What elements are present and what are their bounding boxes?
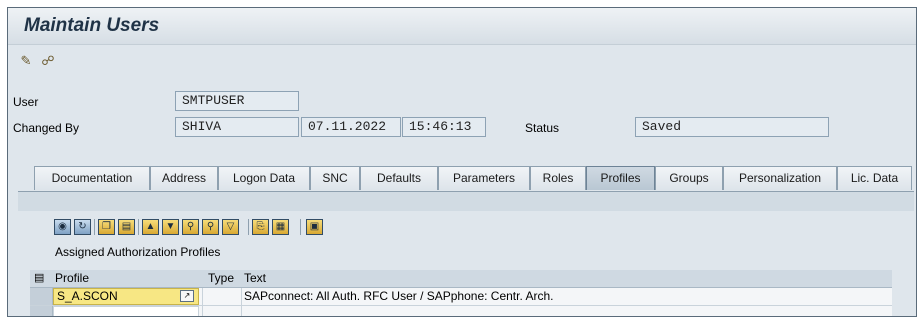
changed-time-field[interactable]: 15:46:13 [402,117,486,137]
find-icon[interactable]: ⚲ [182,219,199,235]
layout-icon[interactable]: ▦ [272,219,289,235]
sort-descending-icon[interactable]: ▼ [162,219,179,235]
sort-ascending-icon[interactable]: ▲ [142,219,159,235]
paste-icon[interactable]: ▤ [118,219,135,235]
text-cell: SAPconnect: All Auth. RFC User / SAPphon… [244,289,554,303]
tab-defaults[interactable]: Defaults [360,166,438,190]
user-field[interactable]: SMTPUSER [175,91,299,111]
status-field[interactable]: Saved [635,117,829,137]
row-selector[interactable] [30,306,53,316]
section-title: Assigned Authorization Profiles [55,245,221,259]
tab-snc[interactable]: SNC [310,166,360,190]
changed-date-field[interactable]: 07.11.2022 [301,117,401,137]
export-icon[interactable]: ▣ [306,219,323,235]
column-type[interactable]: Type [208,271,234,285]
tab-address[interactable]: Address [150,166,218,190]
edit-icon[interactable]: ✎ [17,53,35,69]
panel-header-strip [18,192,914,211]
type-cell [202,306,242,316]
changed-by-label: Changed By [13,121,80,135]
lock-icon[interactable]: ☍ [39,53,57,69]
title-bar: Maintain Users [8,8,916,45]
tab-parameters[interactable]: Parameters [438,166,530,190]
row-selector[interactable] [30,288,53,305]
table-row[interactable]: S_A.SCON ↗ SAPconnect: All Auth. RFC Use… [30,288,892,306]
status-label: Status [525,121,560,135]
application-toolbar: ✎ ☍ [8,45,916,79]
column-profile[interactable]: Profile [55,271,89,285]
page-title: Maintain Users [24,15,160,36]
table-header: ▤ Profile Type Text [30,270,892,288]
type-cell [202,288,242,305]
column-text[interactable]: Text [244,271,266,285]
refresh-icon[interactable]: ↻ [74,219,91,235]
tab-documentation[interactable]: Documentation [34,166,150,190]
select-all-icon[interactable]: ▤ [34,271,44,284]
toolbar-separator [248,219,249,235]
tab-groups[interactable]: Groups [655,166,723,190]
find-next-icon[interactable]: ⚲ [202,219,219,235]
profiles-panel: ◉ ↻ ❐ ▤ ▲ ▼ ⚲ ⚲ ▽ ⎘ ▦ ▣ Assigned Authori… [18,191,914,316]
changed-by-field[interactable]: SHIVA [175,117,299,137]
table-row[interactable] [30,306,892,316]
tab-logon-data[interactable]: Logon Data [218,166,310,190]
toolbar-separator [300,219,301,235]
tab-lic-data[interactable]: Lic. Data [837,166,912,190]
tab-roles[interactable]: Roles [530,166,586,190]
tab-profiles[interactable]: Profiles [586,166,655,190]
maintain-users-window: Maintain Users ✎ ☍ User SMTPUSER Changed… [7,7,917,317]
tab-strip: Documentation Address Logon Data SNC Def… [18,166,916,191]
tab-personalization[interactable]: Personalization [723,166,837,190]
copy-icon[interactable]: ❐ [98,219,115,235]
print-icon[interactable]: ⎘ [252,219,269,235]
toolbar-separator [94,219,95,235]
value-help-icon[interactable]: ↗ [180,290,194,302]
filter-icon[interactable]: ▽ [222,219,239,235]
details-icon[interactable]: ◉ [54,219,71,235]
toolbar-separator [138,219,139,235]
profile-cell[interactable]: S_A.SCON [53,288,199,305]
profile-cell[interactable] [53,306,199,316]
user-label: User [13,95,39,109]
